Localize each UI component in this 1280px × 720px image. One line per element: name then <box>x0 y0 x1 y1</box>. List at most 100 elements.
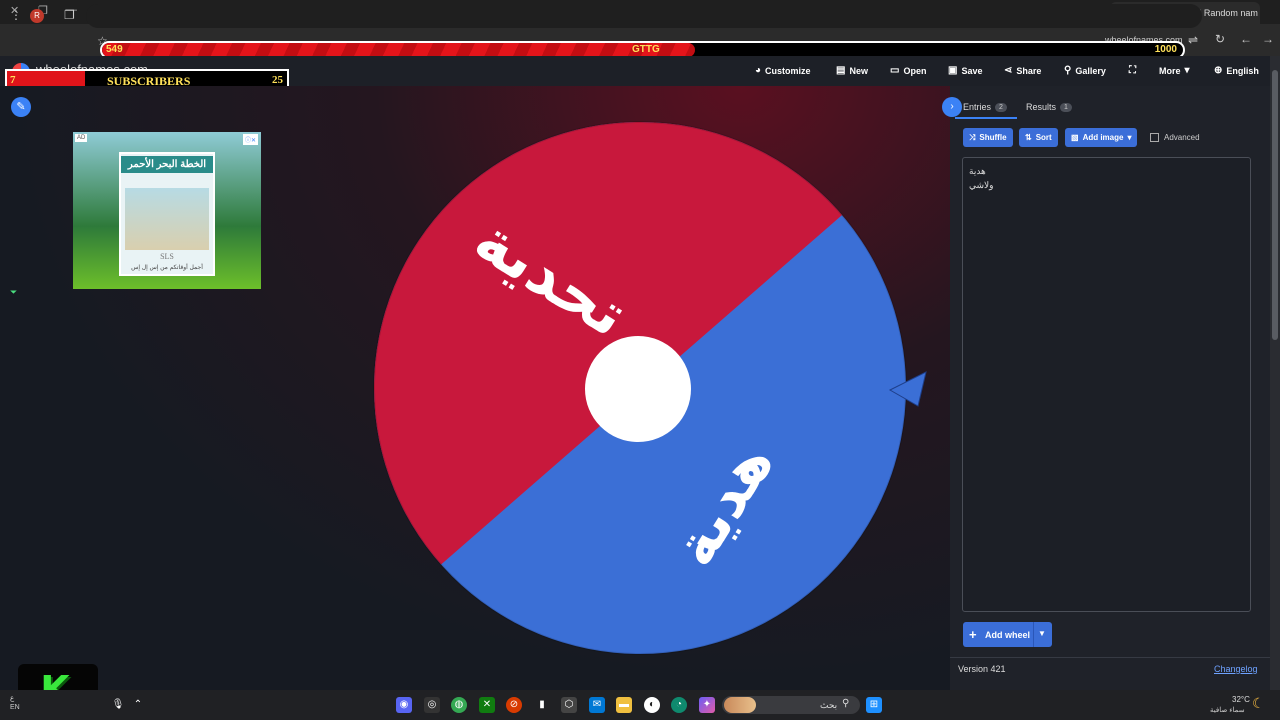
forward-icon[interactable]: ← <box>1240 32 1252 46</box>
tab-count: 2 <box>995 102 1007 112</box>
entry-item: هدية <box>969 166 986 176</box>
tab-label: Results <box>1026 102 1057 112</box>
address-bar[interactable] <box>86 4 1202 28</box>
ad-footer: أجمل أوقاتكم من إس إل إس <box>131 265 203 271</box>
microphone-icon[interactable]: 🎙 <box>110 697 126 713</box>
filter-icon: ⏷ <box>10 287 18 297</box>
menu-dots-icon[interactable]: ⋮ <box>10 8 22 22</box>
goal-label: GTTG <box>632 44 660 55</box>
wheel-center-hub[interactable] <box>585 336 691 442</box>
version-label: Version 421 <box>958 664 1006 674</box>
nav-open[interactable]: ▭ Open <box>890 65 926 76</box>
nav-gallery[interactable]: ⚲ Gallery <box>1064 65 1106 76</box>
active-tab-indicator <box>955 117 1017 119</box>
advertisement[interactable]: AD ⓘ✕ الخطة البحر الأحمر SLS أجمل أوقاتك… <box>73 132 261 289</box>
entries-textarea[interactable] <box>962 157 1251 612</box>
moon-icon[interactable]: ☾ <box>1252 695 1265 712</box>
chrome-icon[interactable]: ◍ <box>451 697 467 713</box>
obs-icon[interactable]: ◎ <box>424 697 440 713</box>
collapse-panel-icon[interactable]: › <box>942 97 962 117</box>
ad-photo <box>125 188 209 250</box>
nav-label: Open <box>903 65 927 76</box>
ad-brand: SLS <box>160 252 174 261</box>
nav-label: Save <box>961 65 983 76</box>
nav-fullscreen[interactable]: ⛶ <box>1129 65 1136 76</box>
spinning-wheel[interactable]: تحدية هدية <box>360 110 940 670</box>
edge-icon[interactable]: ◔ <box>671 697 687 713</box>
nav-save[interactable]: ▣ Save <box>948 65 982 76</box>
search-highlight-image <box>724 697 756 713</box>
app-circle-icon[interactable]: ◐ <box>644 697 660 713</box>
changelog-link[interactable]: Changelog <box>1214 664 1258 674</box>
palette-icon: ◕ <box>755 65 762 76</box>
folder-icon: ▭ <box>890 65 900 76</box>
tab-entries[interactable]: Entries 2 <box>963 102 1007 112</box>
site-settings-icon[interactable]: ⇌ <box>1188 33 1198 47</box>
app-pin-icon[interactable]: ▮ <box>534 697 550 713</box>
goal-target: 1000 <box>1154 44 1177 55</box>
search-label: بحث <box>820 700 838 710</box>
ad-info-icon[interactable]: ⓘ✕ <box>242 134 258 145</box>
discord-icon[interactable]: ◉ <box>396 697 412 713</box>
nav-share[interactable]: ⋖ Share <box>1004 65 1041 76</box>
os-taskbar <box>0 690 1280 720</box>
edit-pencil-icon[interactable]: ✎ <box>11 97 31 117</box>
goal-current: 549 <box>106 44 123 55</box>
goal-progress-fill <box>102 43 696 57</box>
nav-customize[interactable]: ◕ Customize <box>755 65 811 76</box>
add-wheel-label: Add wheel <box>985 630 1031 640</box>
file-explorer-icon[interactable]: ▬ <box>616 697 632 713</box>
globe-icon: ⊕ <box>1214 65 1223 76</box>
sort-icon: ⇅ <box>1025 133 1032 142</box>
tab-results[interactable]: Results 1 <box>1026 102 1072 112</box>
tab-search-icon[interactable]: ❐ <box>64 8 75 22</box>
shuffle-label: Shuffle <box>979 133 1007 142</box>
sort-label: Sort <box>1035 133 1052 142</box>
scrollbar-thumb[interactable] <box>1272 70 1278 340</box>
nav-label: New <box>849 65 868 76</box>
share-icon: ⋖ <box>1004 65 1013 76</box>
nav-label: Share <box>1016 65 1042 76</box>
button-divider <box>1033 622 1034 647</box>
ad-card: الخطة البحر الأحمر SLS أجمل أوقاتكم من إ… <box>119 152 215 276</box>
panel-divider <box>950 657 1270 658</box>
chevron-down-icon: ▾ <box>1184 65 1190 76</box>
sort-button[interactable]: ⇅ Sort <box>1019 128 1058 147</box>
ad-tag: AD <box>75 134 88 142</box>
plus-icon: + <box>969 627 977 642</box>
nav-label: English <box>1226 65 1259 76</box>
advanced-checkbox[interactable] <box>1150 133 1159 142</box>
xbox-icon[interactable]: ✕ <box>479 697 495 713</box>
search-icon: ⚲ <box>842 698 850 709</box>
app-hex-icon[interactable]: ⬡ <box>561 697 577 713</box>
input-language-indicator[interactable]: ع EN <box>10 694 20 712</box>
nav-label: Gallery <box>1075 65 1106 76</box>
nav-more[interactable]: More ▾ <box>1159 65 1190 76</box>
back-icon[interactable]: → <box>1262 32 1274 46</box>
advanced-label: Advanced <box>1164 133 1200 142</box>
tray-chevron-icon[interactable]: ⌃ <box>130 697 146 713</box>
chevron-down-icon: ▾ <box>1127 133 1132 142</box>
profile-avatar[interactable]: R <box>30 9 44 23</box>
subscriber-target: 25 <box>272 74 283 86</box>
shuffle-button[interactable]: ⤨ Shuffle <box>963 128 1013 147</box>
nav-new[interactable]: ▤ New <box>836 65 868 76</box>
tab-label: Entries <box>963 102 992 112</box>
add-wheel-button[interactable]: + Add wheel ▼ <box>963 622 1052 647</box>
reload-icon[interactable]: ↻ <box>1215 32 1225 46</box>
mail-icon[interactable]: ✉ <box>589 697 605 713</box>
file-icon: ▤ <box>836 65 846 76</box>
entry-item: ولاشي <box>969 180 994 190</box>
nav-label: More <box>1159 65 1181 76</box>
chevron-down-icon[interactable]: ▼ <box>1038 629 1046 638</box>
nav-language[interactable]: ⊕ English <box>1214 65 1259 76</box>
add-image-button[interactable]: ▧ Add image ▾ <box>1065 128 1138 147</box>
save-icon: ▣ <box>948 65 958 76</box>
start-windows-icon[interactable]: ⊞ <box>866 697 882 713</box>
weather-description: سماء صافية <box>1210 707 1245 714</box>
search-icon: ⚲ <box>1064 65 1072 76</box>
tab-count: 1 <box>1060 102 1072 112</box>
copilot-icon[interactable]: ✦ <box>699 697 715 713</box>
fullscreen-icon: ⛶ <box>1129 65 1136 76</box>
app-red-icon[interactable]: ⊘ <box>506 697 522 713</box>
